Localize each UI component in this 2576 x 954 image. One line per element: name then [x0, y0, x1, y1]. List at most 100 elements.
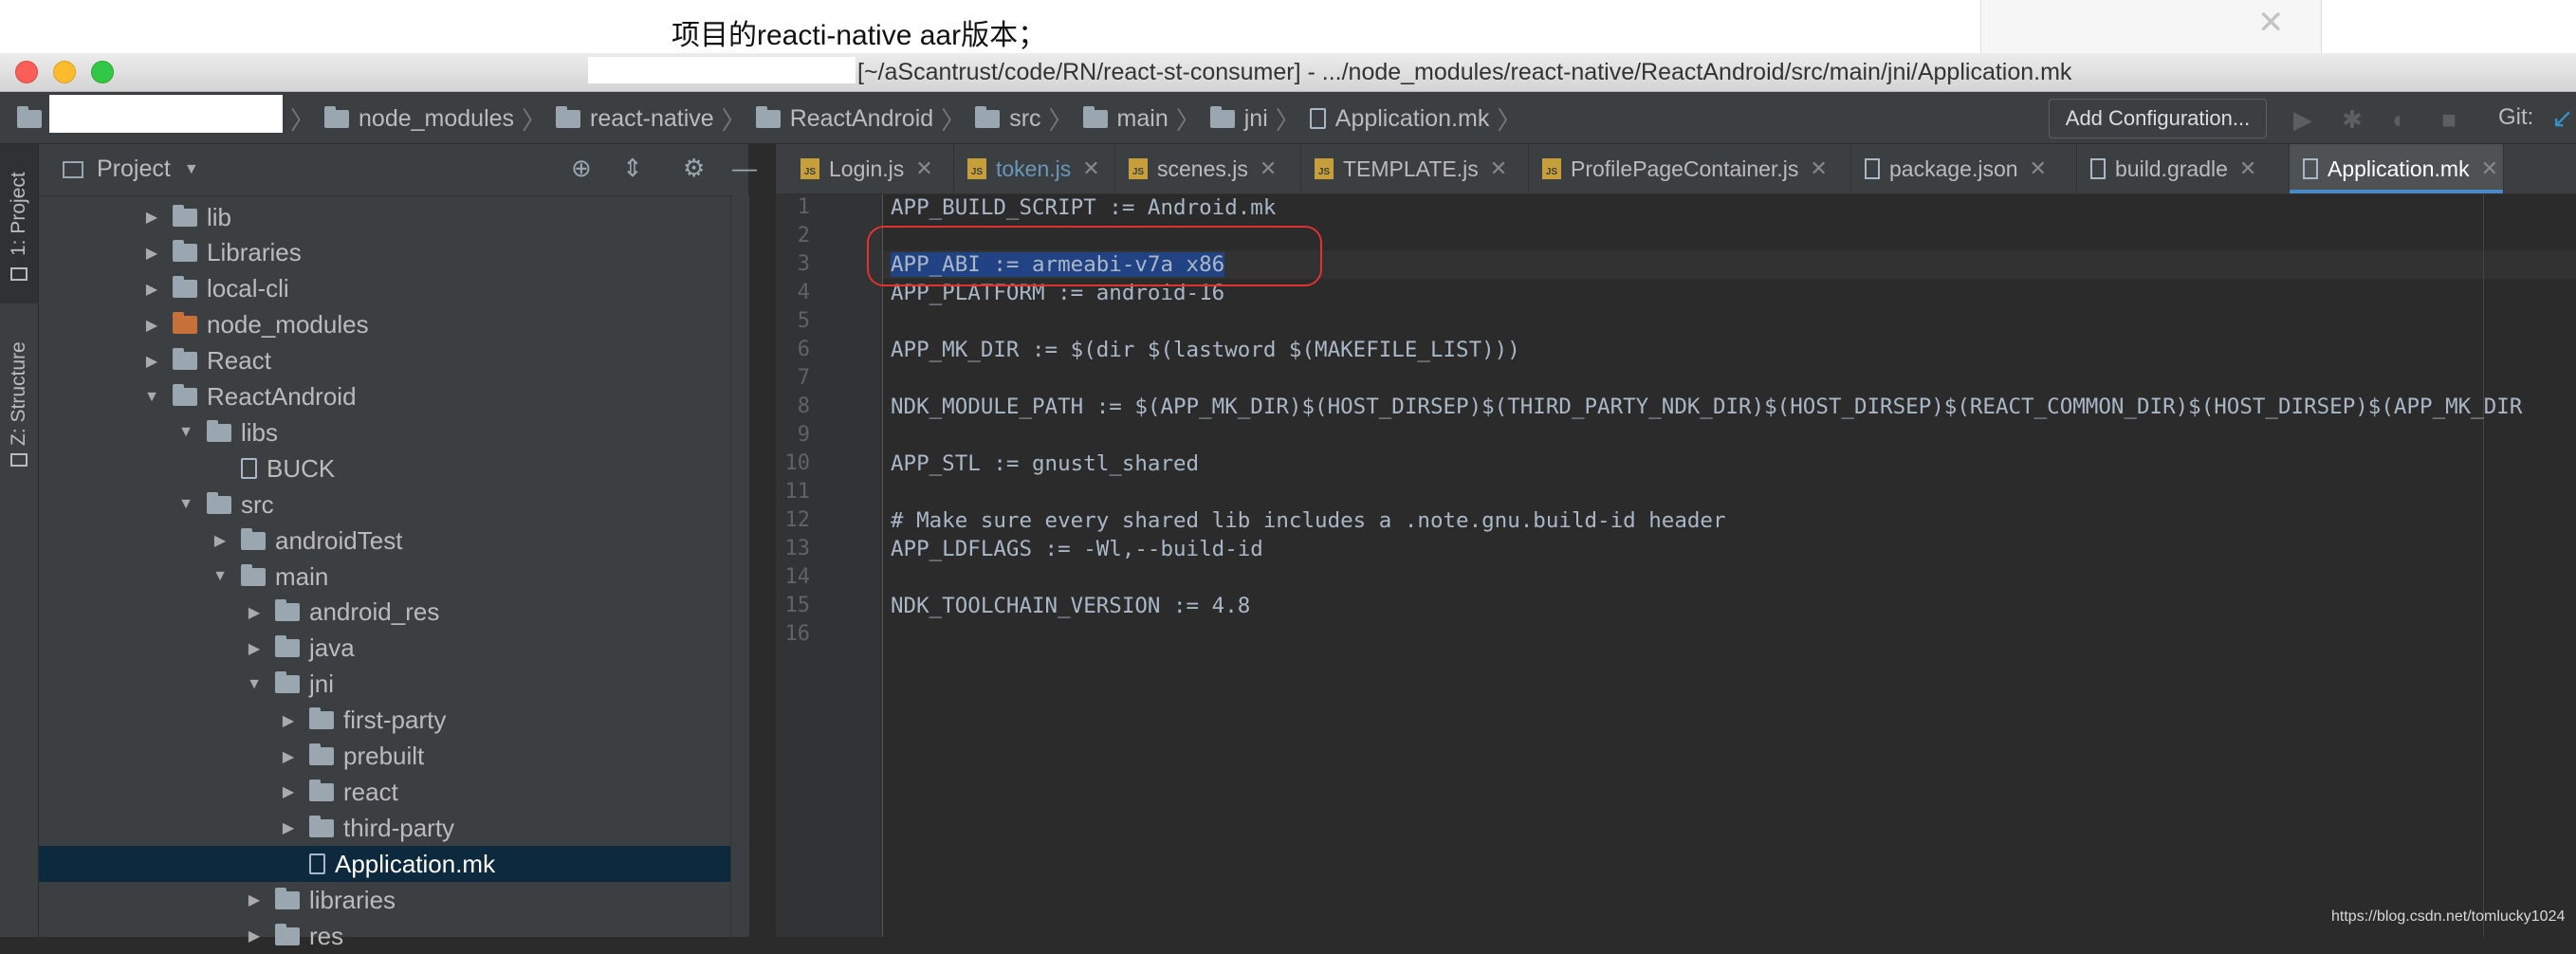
collapse-all-icon[interactable]: ⇕ — [622, 154, 643, 183]
tree-item[interactable]: ▶ lib — [39, 199, 748, 235]
window-maximize-button[interactable] — [91, 61, 114, 83]
collapsed-arrow-icon[interactable]: ▶ — [277, 782, 300, 801]
tree-item[interactable]: ▶ React — [39, 343, 748, 379]
folder-icon — [207, 419, 231, 442]
close-tab-icon[interactable]: ✕ — [1490, 156, 1507, 181]
close-tab-icon[interactable]: ✕ — [1260, 156, 1277, 181]
project-view-selector[interactable]: Project ▼ — [63, 156, 199, 183]
breadcrumb-item[interactable]: jni — [1209, 105, 1268, 133]
line-number: 3 — [797, 252, 810, 276]
expanded-arrow-icon[interactable]: ▼ — [175, 496, 197, 513]
editor-tab[interactable]: package.json ✕ — [1851, 144, 2077, 193]
expanded-arrow-icon[interactable]: ▼ — [175, 424, 197, 441]
close-tab-icon[interactable]: ✕ — [2481, 156, 2498, 181]
tree-item[interactable]: ▼ ReactAndroid — [39, 379, 748, 415]
add-configuration-button[interactable]: Add Configuration... — [2049, 99, 2267, 138]
tree-item[interactable]: Application.mk — [39, 846, 748, 883]
window-title: [~/aScantrust/code/RN/react-st-consumer]… — [857, 59, 2072, 85]
locate-icon[interactable]: ⊕ — [571, 154, 592, 183]
collapsed-arrow-icon[interactable]: ▶ — [140, 280, 163, 299]
collapsed-arrow-icon[interactable]: ▶ — [140, 352, 163, 371]
collapsed-arrow-icon[interactable]: ▶ — [209, 531, 231, 550]
code-line[interactable]: NDK_MODULE_PATH := $(APP_MK_DIR)$(HOST_D… — [891, 394, 2522, 419]
git-update-icon[interactable]: ↙ — [2551, 102, 2573, 134]
tree-item[interactable]: ▶ java — [39, 631, 748, 667]
structure-tool-label[interactable]: Z: Structure — [8, 341, 30, 446]
tree-item[interactable]: ▶ androidTest — [39, 523, 748, 559]
javascript-file-icon: JS — [967, 158, 986, 179]
collapsed-arrow-icon[interactable]: ▶ — [140, 208, 163, 227]
expanded-arrow-icon[interactable]: ▼ — [140, 389, 163, 406]
tree-item[interactable]: ▼ main — [39, 559, 748, 595]
editor-tab[interactable]: JS scenes.js ✕ — [1115, 144, 1301, 193]
tree-item[interactable]: ▼ jni — [39, 667, 748, 703]
close-tab-icon[interactable]: ✕ — [2239, 156, 2256, 181]
expanded-arrow-icon[interactable]: ▼ — [243, 676, 266, 693]
tree-item[interactable]: BUCK — [39, 450, 748, 486]
code-line[interactable]: # Make sure every shared lib includes a … — [891, 508, 1726, 533]
tree-item[interactable]: ▶ prebuilt — [39, 739, 748, 775]
run-with-coverage-icon[interactable]: ◐ — [2386, 105, 2413, 134]
editor-tab[interactable]: Application.mk ✕ — [2290, 144, 2504, 193]
tree-item[interactable]: ▶ first-party — [39, 703, 748, 739]
breadcrumb-item[interactable]: node_modules — [324, 105, 514, 133]
close-tab-icon[interactable]: ✕ — [1082, 156, 1099, 181]
collapsed-arrow-icon[interactable]: ▶ — [140, 316, 163, 335]
line-number: 14 — [784, 565, 811, 589]
tree-item[interactable]: ▶ res — [39, 918, 748, 954]
collapsed-arrow-icon[interactable]: ▶ — [140, 244, 163, 263]
collapsed-arrow-icon[interactable]: ▶ — [277, 818, 300, 837]
breadcrumb-item[interactable]: src — [975, 104, 1041, 133]
code-line[interactable]: APP_STL := gnustl_shared — [891, 451, 1199, 476]
editor-tab[interactable]: build.gradle ✕ — [2077, 144, 2290, 193]
run-icon[interactable]: ▶ — [2290, 105, 2316, 134]
tree-item[interactable]: ▼ libs — [39, 414, 748, 450]
folder-icon — [173, 348, 197, 371]
project-tool-label[interactable]: 1: Project — [8, 172, 30, 256]
tree-item-label: res — [309, 921, 344, 950]
tree-item[interactable]: ▼ src — [39, 486, 748, 523]
code-line[interactable]: APP_LDFLAGS := -Wl,--build-id — [891, 537, 1263, 561]
breadcrumb-label: src — [1009, 104, 1041, 132]
close-tab-icon[interactable]: ✕ — [915, 156, 932, 181]
breadcrumb-item[interactable]: Application.mk — [1309, 105, 1489, 133]
stop-icon[interactable]: ■ — [2436, 105, 2462, 134]
line-number: 6 — [797, 338, 810, 361]
window-close-button[interactable] — [15, 61, 38, 83]
collapsed-arrow-icon[interactable]: ▶ — [243, 890, 266, 909]
expanded-arrow-icon[interactable]: ▼ — [209, 568, 231, 585]
breadcrumb-separator: 〉 — [721, 105, 746, 135]
breadcrumb-item[interactable]: react-native — [556, 105, 714, 133]
collapsed-arrow-icon[interactable]: ▶ — [243, 639, 266, 658]
editor-tab[interactable]: JS ProfilePageContainer.js ✕ — [1529, 144, 1851, 193]
tree-item[interactable]: ▶ Libraries — [39, 235, 748, 271]
code-line[interactable]: NDK_TOOLCHAIN_VERSION := 4.8 — [891, 594, 1250, 618]
collapsed-arrow-icon[interactable]: ▶ — [277, 711, 300, 730]
code-line[interactable]: APP_BUILD_SCRIPT := Android.mk — [891, 195, 1276, 220]
editor-tab[interactable]: JS Login.js ✕ — [787, 144, 954, 193]
tree-item[interactable]: ▶ node_modules — [39, 307, 748, 343]
hide-panel-icon[interactable]: — — [732, 154, 757, 183]
collapsed-arrow-icon[interactable]: ▶ — [243, 926, 266, 945]
code-line[interactable]: APP_MK_DIR := $(dir $(lastword $(MAKEFIL… — [891, 338, 1520, 362]
project-panel-scrollbar[interactable] — [730, 195, 749, 937]
collapsed-arrow-icon[interactable]: ▶ — [277, 747, 300, 766]
breadcrumb-item[interactable]: ReactAndroid — [755, 105, 933, 133]
tree-item[interactable]: ▶ libraries — [39, 882, 748, 918]
red-circle-annotation — [867, 226, 1322, 286]
editor-tab[interactable]: JS token.js ✕ — [954, 144, 1115, 193]
gear-icon[interactable]: ⚙ — [683, 154, 705, 183]
tree-item[interactable]: ▶ third-party — [39, 810, 748, 846]
breadcrumb-item[interactable]: main — [1082, 105, 1168, 133]
collapsed-arrow-icon[interactable]: ▶ — [243, 603, 266, 622]
tree-item[interactable]: ▶ android_res — [39, 595, 748, 631]
tree-item[interactable]: ▶ react — [39, 774, 748, 810]
debug-icon[interactable]: ✱ — [2339, 105, 2365, 134]
close-tab-icon[interactable]: ✕ — [1810, 156, 1827, 181]
editor-tab[interactable]: JS TEMPLATE.js ✕ — [1301, 144, 1529, 193]
close-tab-icon[interactable]: ✕ — [2030, 156, 2047, 181]
tree-item[interactable]: ▶ local-cli — [39, 271, 748, 307]
window-minimize-button[interactable] — [53, 61, 76, 83]
blog-close-icon[interactable]: ✕ — [2257, 4, 2285, 42]
breadcrumb-root[interactable] — [17, 103, 51, 134]
